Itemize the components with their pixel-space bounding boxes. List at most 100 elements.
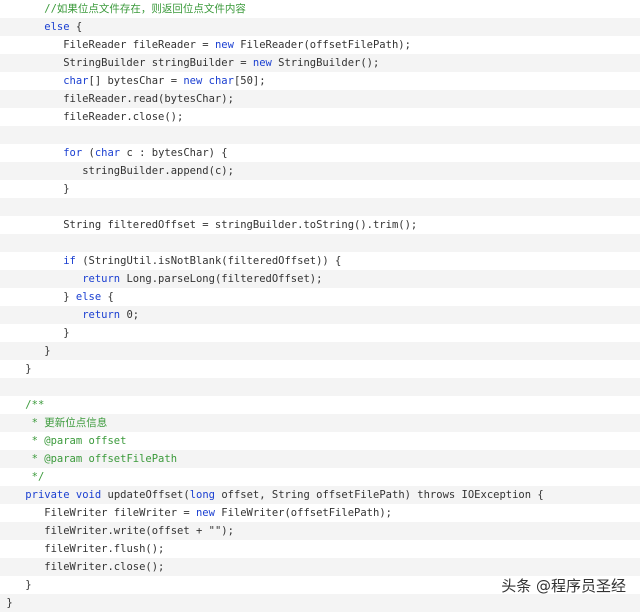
code-text: updateOffset( xyxy=(101,489,190,501)
code-line: StringBuilder stringBuilder = new String… xyxy=(0,54,640,72)
code-line: FileReader fileReader = new FileReader(o… xyxy=(0,36,640,54)
code-text: ( xyxy=(82,147,95,159)
code-line: stringBuilder.append(c); xyxy=(0,162,640,180)
code-line: fileWriter.write(offset + ""); xyxy=(0,522,640,540)
code-line: * 更新位点信息 xyxy=(0,414,640,432)
code-keyword: for xyxy=(63,147,83,159)
code-text: StringBuilder stringBuilder = xyxy=(63,57,253,69)
watermark: 头条 @程序员圣经 xyxy=(501,577,626,595)
code-keyword: new xyxy=(195,507,215,519)
code-line: fileWriter.flush(); xyxy=(0,540,640,558)
code-line: */ xyxy=(0,468,640,486)
code-text: c : bytesChar) { xyxy=(120,147,228,159)
code-text: fileReader.read(bytesChar); xyxy=(63,93,234,105)
code-text: Long.parseLong(filteredOffset); xyxy=(120,273,323,285)
code-line: } else { xyxy=(0,288,640,306)
code-line: return 0; xyxy=(0,306,640,324)
code-text: [50]; xyxy=(233,75,266,87)
code-line: fileReader.read(bytesChar); xyxy=(0,90,640,108)
code-comment: /** xyxy=(25,399,45,411)
code-keyword: new xyxy=(183,75,203,87)
code-line: /** xyxy=(0,396,640,414)
code-text: } xyxy=(25,579,32,591)
code-keyword: void xyxy=(75,489,102,501)
code-text: } xyxy=(44,345,51,357)
code-line: fileWriter.close(); xyxy=(0,558,640,576)
code-keyword: char xyxy=(63,75,89,87)
code-text: } xyxy=(6,597,13,609)
code-text: 0; xyxy=(120,309,140,321)
code-line: private void updateOffset(long offset, S… xyxy=(0,486,640,504)
code-line: String filteredOffset = stringBuilder.to… xyxy=(0,216,640,234)
code-keyword: long xyxy=(189,489,215,501)
code-keyword: char xyxy=(208,75,234,87)
code-line: else { xyxy=(0,18,640,36)
code-line: return Long.parseLong(filteredOffset); xyxy=(0,270,640,288)
code-keyword: new xyxy=(214,39,234,51)
code-line: } xyxy=(0,180,640,198)
code-line: * @param offsetFilePath xyxy=(0,450,640,468)
code-block: //如果位点文件存在，则返回位点文件内容 else { FileReader f… xyxy=(0,0,640,612)
code-line: * @param offset xyxy=(0,432,640,450)
code-line: //如果位点文件存在，则返回位点文件内容 xyxy=(0,0,640,18)
code-line: fileReader.close(); xyxy=(0,108,640,126)
code-line: if (StringUtil.isNotBlank(filteredOffset… xyxy=(0,252,640,270)
code-line: char[] bytesChar = new char[50]; xyxy=(0,72,640,90)
code-line xyxy=(0,234,640,252)
code-keyword: return xyxy=(82,273,121,285)
code-comment: * @param offset xyxy=(25,435,127,447)
code-text: fileReader.close(); xyxy=(63,111,184,123)
code-keyword: new xyxy=(252,57,272,69)
code-text: { xyxy=(101,291,114,303)
code-text: FileWriter(offsetFilePath); xyxy=(214,507,392,519)
code-text: } xyxy=(63,183,70,195)
code-line xyxy=(0,378,640,396)
code-line: FileWriter fileWriter = new FileWriter(o… xyxy=(0,504,640,522)
code-keyword: char xyxy=(94,147,121,159)
code-text: [] bytesChar = xyxy=(88,75,184,87)
code-line xyxy=(0,198,640,216)
code-text: FileWriter fileWriter = xyxy=(44,507,196,519)
code-keyword: if xyxy=(63,255,76,267)
code-comment: //如果位点文件存在，则返回位点文件内容 xyxy=(44,3,246,15)
code-comment: */ xyxy=(25,471,45,483)
code-comment: * 更新位点信息 xyxy=(25,417,108,429)
code-keyword: private xyxy=(25,489,70,501)
code-text: fileWriter.flush(); xyxy=(44,543,165,555)
code-text: } xyxy=(25,363,32,375)
code-text: } xyxy=(63,291,76,303)
code-comment: * @param offsetFilePath xyxy=(25,453,178,465)
code-line xyxy=(0,126,640,144)
code-keyword: else xyxy=(75,291,102,303)
code-keyword: return xyxy=(82,309,121,321)
code-line: } xyxy=(0,360,640,378)
code-keyword: else xyxy=(44,21,70,33)
code-line: } xyxy=(0,594,640,612)
